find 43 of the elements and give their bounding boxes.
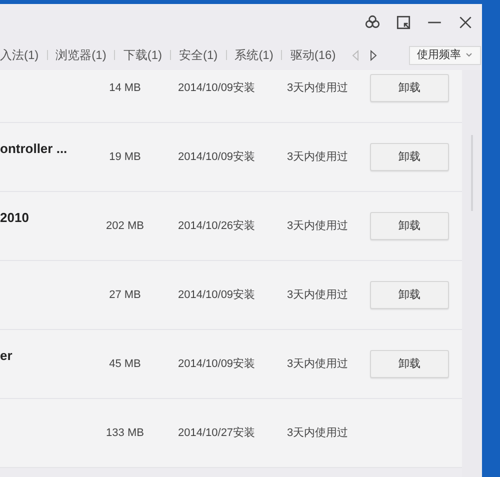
- app-name: ontroller ...: [0, 140, 68, 158]
- app-row[interactable]: 14 MB 2014/10/09安装 3天内使用过 卸载: [0, 70, 462, 123]
- usage-info: 3天内使用过: [287, 426, 350, 441]
- install-date: 2014/10/26安装: [178, 218, 256, 234]
- app-name: er: [0, 347, 14, 366]
- window-mode-icon[interactable]: [395, 14, 412, 30]
- app-row[interactable]: 2010 202 MB 2014/10/26安装 3天内使用过 卸载: [0, 192, 462, 261]
- uninstall-button[interactable]: 卸载: [370, 350, 449, 378]
- usage-info: 3天内使用过: [287, 150, 350, 165]
- uninstall-button[interactable]: 卸载: [370, 74, 449, 102]
- app-size: 14 MB: [108, 80, 142, 96]
- app-size: 19 MB: [108, 150, 142, 165]
- caret-icon: [466, 53, 472, 57]
- uninstall-button[interactable]: 卸载: [370, 212, 449, 240]
- install-date: 2014/10/09安装: [178, 288, 256, 303]
- usage-info: 3天内使用过: [287, 80, 350, 96]
- category-tab[interactable]: 安全(1): [179, 46, 218, 64]
- category-tab[interactable]: 入法(1): [0, 46, 39, 64]
- app-row[interactable]: 133 MB 2014/10/27安装 3天内使用过: [0, 399, 462, 468]
- uninstall-button[interactable]: 卸载: [370, 281, 449, 309]
- install-date: 2014/10/09安装: [178, 356, 256, 372]
- app-size: 133 MB: [105, 426, 145, 441]
- category-tab[interactable]: 系统(1): [234, 46, 274, 64]
- app-row[interactable]: er 45 MB 2014/10/09安装 3天内使用过 卸载: [0, 330, 462, 399]
- install-date: 2014/10/09安装: [178, 80, 256, 96]
- skin-icon[interactable]: [364, 14, 381, 30]
- scroll-right-icon[interactable]: [370, 50, 377, 60]
- category-tab[interactable]: 驱动(16): [290, 46, 336, 64]
- usage-info: 3天内使用过: [287, 218, 350, 234]
- uninstall-button[interactable]: 卸载: [370, 143, 449, 171]
- app-name: 2010: [0, 209, 30, 228]
- app-size: 27 MB: [108, 288, 142, 303]
- install-date: 2014/10/09安装: [178, 150, 256, 165]
- install-date: 2014/10/27安装: [178, 426, 256, 441]
- app-row[interactable]: ontroller ... 19 MB 2014/10/09安装 3天内使用过 卸载: [0, 123, 462, 192]
- category-tab[interactable]: 下载(1): [123, 46, 162, 64]
- usage-info: 3天内使用过: [287, 356, 350, 372]
- app-size: 45 MB: [108, 356, 142, 372]
- usage-info: 3天内使用过: [287, 288, 350, 303]
- sort-dropdown[interactable]: 使用频率: [408, 46, 481, 64]
- app-size: 202 MB: [105, 218, 145, 234]
- app-row[interactable]: 27 MB 2014/10/09安装 3天内使用过 卸载: [0, 261, 462, 330]
- category-tab[interactable]: 浏览器(1): [56, 46, 106, 64]
